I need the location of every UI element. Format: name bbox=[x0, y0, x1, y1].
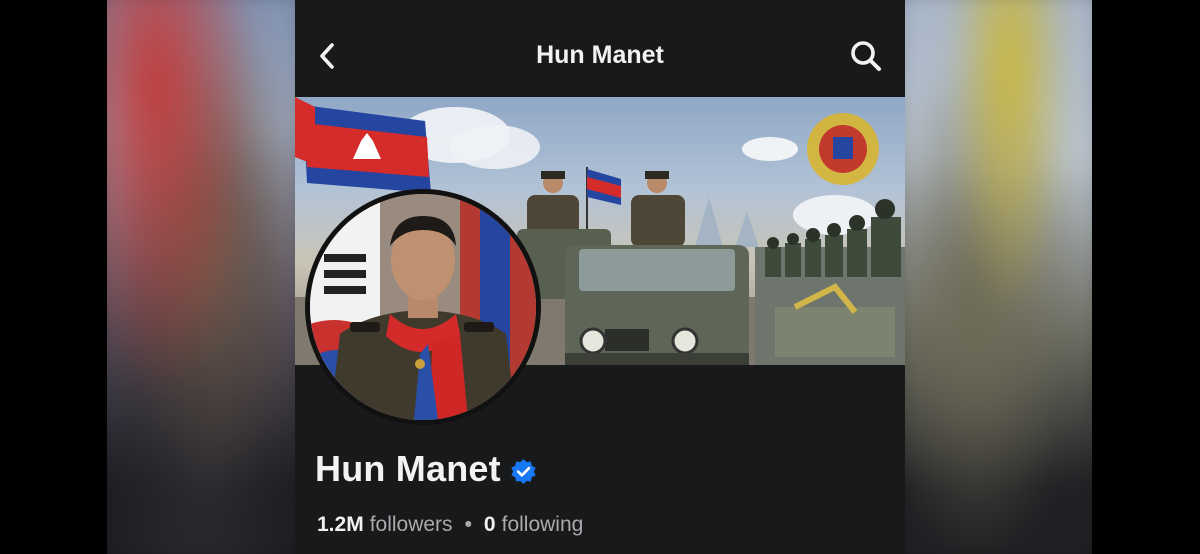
followers-link[interactable]: 1.2M followers bbox=[317, 513, 453, 537]
profile-screen: Hun Manet Hun Manet 1.2M followers • 0 f… bbox=[295, 0, 905, 554]
search-icon bbox=[851, 41, 881, 71]
avatar-portrait bbox=[310, 194, 536, 420]
stats-separator: • bbox=[464, 513, 472, 536]
profile-name-row: Hun Manet bbox=[315, 448, 537, 490]
top-navigation-bar: Hun Manet bbox=[295, 0, 905, 97]
profile-stats: 1.2M followers • 0 following bbox=[317, 513, 583, 537]
profile-name: Hun Manet bbox=[315, 448, 501, 489]
following-label: following bbox=[501, 513, 584, 536]
verified-badge-icon bbox=[511, 458, 536, 484]
blurred-background-left bbox=[107, 0, 295, 554]
followers-count: 1.2M bbox=[317, 513, 364, 536]
following-link[interactable]: 0 following bbox=[484, 513, 583, 537]
followers-label: followers bbox=[369, 513, 453, 536]
following-count: 0 bbox=[483, 513, 496, 536]
page-title: Hun Manet bbox=[536, 41, 664, 69]
search-button[interactable] bbox=[845, 36, 887, 76]
blurred-background-right bbox=[905, 0, 1092, 554]
profile-avatar[interactable] bbox=[305, 189, 541, 425]
